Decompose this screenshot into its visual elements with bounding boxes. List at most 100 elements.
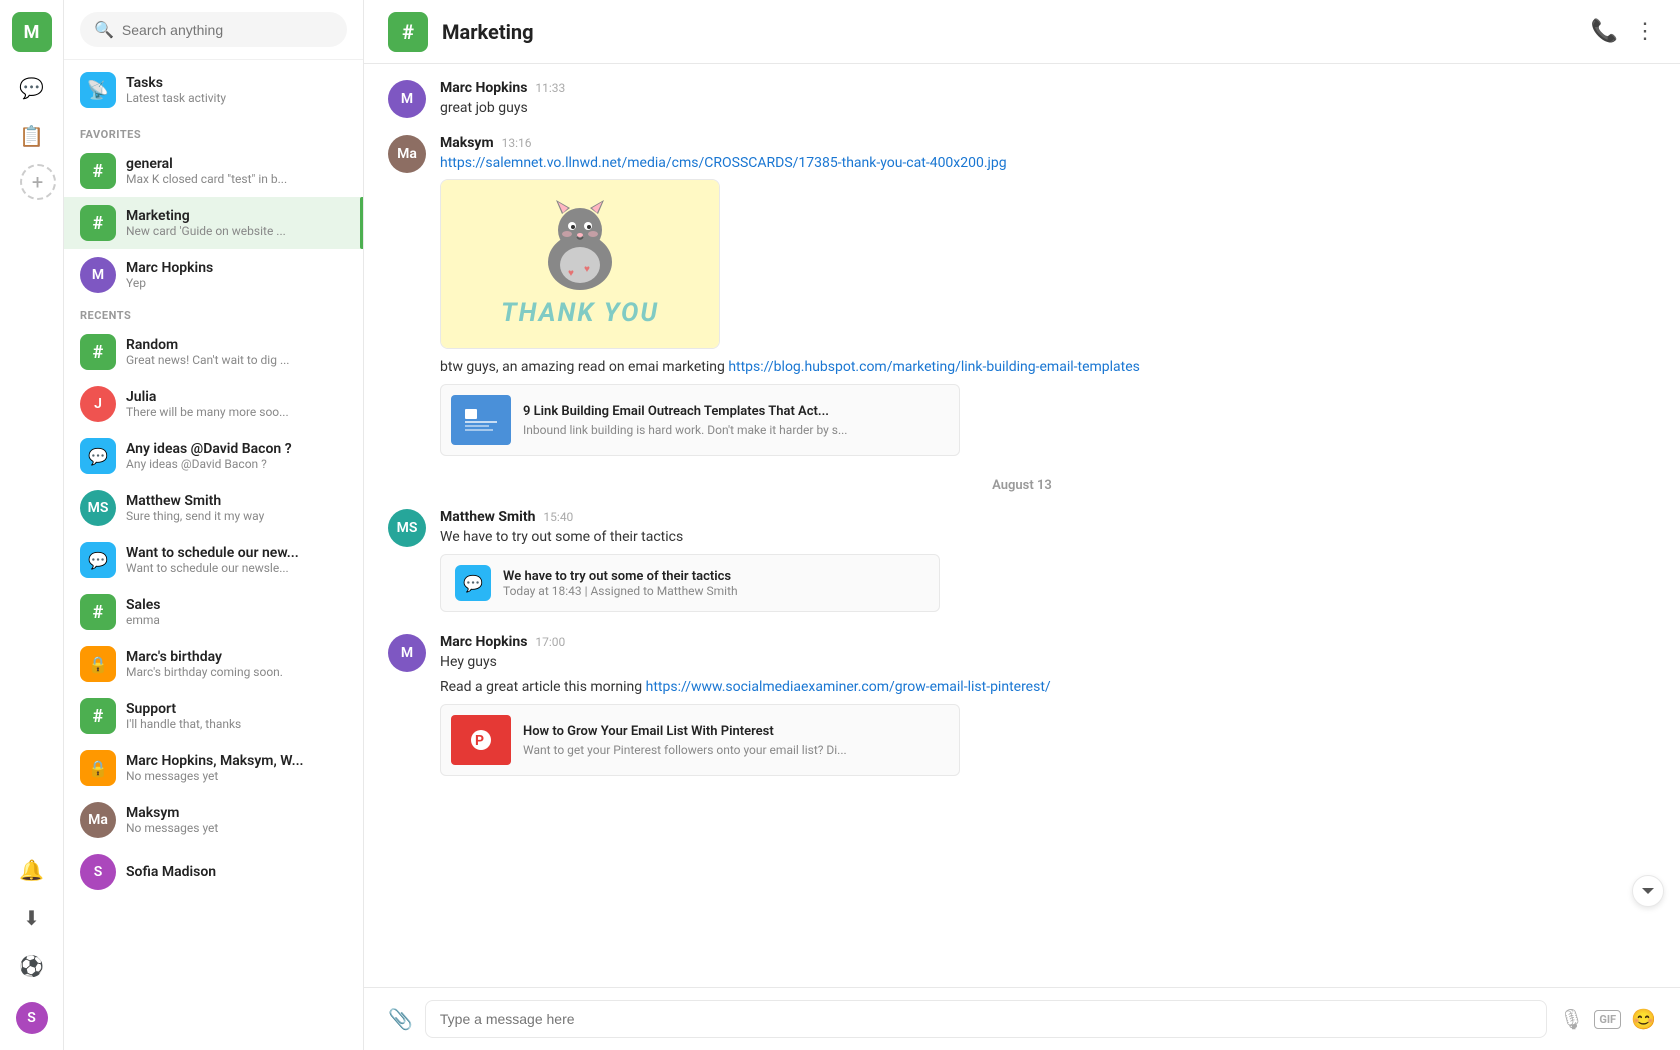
chat-panel: # Marketing 📞 ⋮ M Marc Hopkins 11:33 gre… <box>364 0 1680 1050</box>
msg-avatar-maksym: Ma <box>388 135 426 173</box>
thank-you-card: ♥ ♥ THANK YOU <box>440 179 720 349</box>
contacts-nav-icon[interactable]: 📋 <box>12 116 52 156</box>
link-preview-img-pinterest: P <box>451 715 511 765</box>
task-card-title: We have to try out some of their tactics <box>503 569 738 584</box>
search-input[interactable] <box>122 22 333 38</box>
search-icon: 🔍 <box>94 20 114 39</box>
msg-avatar-marc2: M <box>388 634 426 672</box>
tasks-subtitle: Latest task activity <box>126 91 226 105</box>
channel-item-random[interactable]: # Random Great news! Can't wait to dig .… <box>64 326 363 378</box>
msg-content-4: Marc Hopkins 17:00 Hey guys Read a great… <box>440 634 1656 782</box>
bottom-avatar[interactable]: S <box>12 998 52 1038</box>
link-preview-content: 9 Link Building Email Outreach Templates… <box>523 404 847 437</box>
link-preview-img-hubspot <box>451 395 511 445</box>
channel-item-julia[interactable]: J Julia There will be many more soo... <box>64 378 363 430</box>
thank-you-text: THANK YOU <box>501 298 659 328</box>
attach-icon[interactable]: 📎 <box>388 1007 413 1031</box>
hash-icon-random: # <box>80 334 116 370</box>
msg-content-2: Maksym 13:16 https://salemnet.vo.llnwd.n… <box>440 135 1656 462</box>
message-group-2: Ma Maksym 13:16 https://salemnet.vo.llnw… <box>388 135 1656 462</box>
date-divider: August 13 <box>388 478 1656 493</box>
channel-item-birthday[interactable]: 🔒 Marc's birthday Marc's birthday coming… <box>64 638 363 690</box>
tasks-item[interactable]: 📡 Tasks Latest task activity <box>64 60 363 120</box>
msg-text-2b: btw guys, an amazing read on emai market… <box>440 357 1656 378</box>
chat-nav-icon[interactable]: 💬 <box>12 68 52 108</box>
channel-item-marc-maksym[interactable]: 🔒 Marc Hopkins, Maksym, W... No messages… <box>64 742 363 794</box>
avatar-julia: J <box>80 386 116 422</box>
more-options-icon[interactable]: ⋮ <box>1634 19 1656 44</box>
globe-icon[interactable]: ⚽ <box>12 946 52 986</box>
phone-icon[interactable]: 📞 <box>1591 19 1618 44</box>
chat-title: Marketing <box>442 20 534 44</box>
emoji-icon[interactable]: 😊 <box>1631 1007 1656 1031</box>
chat-header: # Marketing 📞 ⋮ <box>364 0 1680 64</box>
msg-text-4: Hey guys <box>440 652 1656 673</box>
hash-icon-general: # <box>80 153 116 189</box>
msg-sender-maksym: Maksym <box>440 135 494 151</box>
message-group-1: M Marc Hopkins 11:33 great job guys <box>388 80 1656 119</box>
hubspot-link[interactable]: https://blog.hubspot.com/marketing/link-… <box>728 359 1140 375</box>
sidebar-icons: M 💬 📋 + 🔔 ⬇ ⚽ S <box>0 0 64 1050</box>
link-preview-pinterest: P How to Grow Your Email List With Pinte… <box>440 704 960 776</box>
favorites-label: FAVORITES <box>64 120 363 145</box>
channel-item-marketing[interactable]: # Marketing New card 'Guide on website .… <box>64 197 363 249</box>
avatar-marc-hopkins: M <box>80 257 116 293</box>
channel-text-marc-hopkins: Marc Hopkins Yep <box>126 260 347 290</box>
msg-text-4b: Read a great article this morning https:… <box>440 677 1656 698</box>
tasks-icon: 📡 <box>80 72 116 108</box>
svg-text:♥: ♥ <box>568 268 574 279</box>
msg-time-4: 17:00 <box>535 635 565 649</box>
article-desc-2: Want to get your Pinterest followers ont… <box>523 743 847 757</box>
lock-icon-birthday: 🔒 <box>80 646 116 682</box>
msg-link-card[interactable]: https://salemnet.vo.llnwd.net/media/cms/… <box>440 155 1656 171</box>
msg-time-2: 13:16 <box>502 136 532 150</box>
article-title-2: How to Grow Your Email List With Pintere… <box>523 724 847 739</box>
msg-sender-matthew: Matthew Smith <box>440 509 535 525</box>
channel-hash-icon: # <box>388 12 428 52</box>
channel-item-maksym[interactable]: Ma Maksym No messages yet <box>64 794 363 846</box>
channel-item-matthew-smith[interactable]: MS Matthew Smith Sure thing, send it my … <box>64 482 363 534</box>
msg-text-1: great job guys <box>440 98 1656 119</box>
social-media-link[interactable]: https://www.socialmediaexaminer.com/grow… <box>646 679 1051 695</box>
scroll-down-button[interactable] <box>1632 875 1664 907</box>
message-input-area: 📎 🎙 GIF 😊 <box>364 987 1680 1050</box>
microphone-icon[interactable]: 🎙 <box>1559 1007 1584 1031</box>
channel-panel: 🔍 📡 Tasks Latest task activity FAVORITES… <box>64 0 364 1050</box>
input-right-icons: 🎙 GIF 😊 <box>1559 1007 1656 1031</box>
task-card-icon: 💬 <box>455 565 491 601</box>
icon-david-bacon: 💬 <box>80 438 116 474</box>
msg-sender-marc2: Marc Hopkins <box>440 634 527 650</box>
channel-item-general[interactable]: # general Max K closed card "test" in b.… <box>64 145 363 197</box>
message-group-4: M Marc Hopkins 17:00 Hey guys Read a gre… <box>388 634 1656 782</box>
cat-image: ♥ ♥ <box>530 200 630 290</box>
message-group-3: MS Matthew Smith 15:40 We have to try ou… <box>388 509 1656 618</box>
avatar-matthew: MS <box>80 490 116 526</box>
search-input-wrap[interactable]: 🔍 <box>80 12 347 47</box>
notifications-icon[interactable]: 🔔 <box>12 850 52 890</box>
channel-item-schedule[interactable]: 💬 Want to schedule our new... Want to sc… <box>64 534 363 586</box>
msg-content-3: Matthew Smith 15:40 We have to try out s… <box>440 509 1656 618</box>
msg-avatar-matthew: MS <box>388 509 426 547</box>
channel-item-marc-hopkins[interactable]: M Marc Hopkins Yep <box>64 249 363 301</box>
download-icon[interactable]: ⬇ <box>12 898 52 938</box>
message-input[interactable] <box>425 1000 1547 1038</box>
channel-item-sofia[interactable]: S Sofia Madison <box>64 846 363 898</box>
channel-item-david-bacon[interactable]: 💬 Any ideas @David Bacon ? Any ideas @Da… <box>64 430 363 482</box>
channel-item-sales[interactable]: # Sales emma <box>64 586 363 638</box>
user-avatar[interactable]: M <box>12 12 52 52</box>
channel-text-marketing: Marketing New card 'Guide on website ... <box>126 208 347 238</box>
link-preview-hubspot: 9 Link Building Email Outreach Templates… <box>440 384 960 456</box>
svg-text:♥: ♥ <box>584 264 590 275</box>
hash-icon-sales: # <box>80 594 116 630</box>
chat-header-right: 📞 ⋮ <box>1591 19 1656 44</box>
task-card-meta: Today at 18:43 | Assigned to Matthew Smi… <box>503 584 738 598</box>
hash-icon-support: # <box>80 698 116 734</box>
add-nav-icon[interactable]: + <box>20 164 56 200</box>
hash-icon-marketing: # <box>80 205 116 241</box>
gif-button[interactable]: GIF <box>1594 1010 1621 1029</box>
msg-content-1: Marc Hopkins 11:33 great job guys <box>440 80 1656 119</box>
msg-text-3: We have to try out some of their tactics <box>440 527 1656 548</box>
article-title-1: 9 Link Building Email Outreach Templates… <box>523 404 847 419</box>
avatar-maksym: Ma <box>80 802 116 838</box>
channel-item-support[interactable]: # Support I'll handle that, thanks <box>64 690 363 742</box>
